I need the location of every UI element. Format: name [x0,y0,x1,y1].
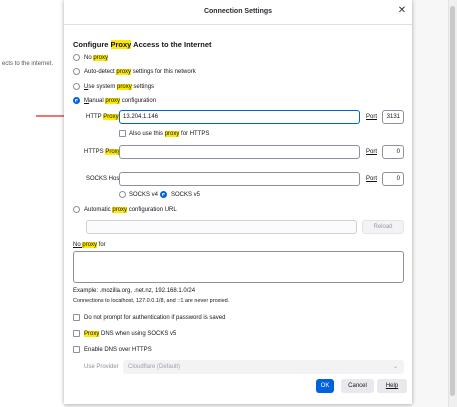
system-proxy-radio[interactable] [73,83,80,90]
also-https-label[interactable]: Also use this proxy for HTTPS [129,131,209,137]
no-proxy-for-label-post: for [97,242,106,248]
chevron-down-icon: ⌄ [392,364,398,370]
proxy-dns-checkbox[interactable] [73,330,80,337]
auto-config-label-highlight: proxy [112,207,128,213]
background-page-text: ects to the internet. [2,61,54,67]
provider-select-value: Cloudflare (Default) [128,364,181,370]
provider-select[interactable]: Cloudflare (Default) ⌄ [123,360,404,374]
enable-doh-label[interactable]: Enable DNS over HTTPS [84,347,152,353]
manual-proxy-label[interactable]: Manual proxy configuration [84,98,156,104]
socks-port-input[interactable]: 0 [382,172,404,186]
no-proxy-for-label: No proxy for [73,242,106,248]
dialog-titlebar: Connection Settings ✕ [64,0,412,25]
example-text: Example: .mozilla.org, .net.nz, 192.168.… [73,288,196,294]
no-proxy-radio[interactable] [73,54,80,61]
manual-proxy-radio[interactable] [73,97,80,104]
proxy-dns-label[interactable]: Proxy DNS when using SOCKS v5 [84,331,176,337]
dialog-title: Connection Settings [203,8,273,15]
use-provider-label: Use Provider [84,364,119,370]
system-proxy-label-pre: se system [88,84,118,90]
http-proxy-input[interactable]: 13.204.1.146 [119,110,360,124]
auto-detect-label-highlight: proxy [116,69,132,75]
no-proxy-label[interactable]: No proxy [84,55,109,61]
no-proxy-label-pre: No [84,55,94,61]
also-https-label-pre: Also use this [129,131,165,137]
heading-text-highlight: Proxy [110,40,132,49]
manual-proxy-label-pre: anual [89,98,106,104]
socks-host-label: SOCKS Host [86,176,122,182]
enable-doh-checkbox[interactable] [73,346,80,353]
system-proxy-label-highlight: proxy [117,84,132,90]
manual-proxy-label-post: configuration [120,98,157,104]
no-proxy-for-textarea[interactable] [73,251,404,283]
socks-v5-radio[interactable] [160,191,167,198]
reload-button[interactable]: Reload [362,220,404,234]
close-icon[interactable]: ✕ [396,5,408,17]
connection-settings-dialog: Connection Settings ✕ Configure Proxy Ac… [64,0,412,404]
http-port-input[interactable]: 3131 [382,110,404,124]
https-proxy-input[interactable] [119,145,360,159]
auto-detect-label[interactable]: Auto-detect proxy settings for this netw… [84,69,196,75]
auto-config-label[interactable]: Automatic proxy configuration URL [84,207,177,213]
auto-config-label-pre: Automatic [84,207,113,213]
heading-text-post: Access to the Internet [131,40,212,49]
proxy-dns-label-post: DNS when using SOCKS v5 [99,331,177,337]
auto-detect-label-pre: Auto-detect [84,69,117,75]
https-proxy-label-pre: HTTPS [84,149,106,155]
https-port-label: Port [366,149,378,155]
socks-host-input[interactable] [119,172,360,186]
http-proxy-label-pre: HTTP [86,114,104,120]
auto-detect-radio[interactable] [73,68,80,75]
http-port-label: Port [366,114,378,120]
also-https-checkbox[interactable] [119,130,126,137]
system-proxy-label-post: settings [131,84,155,90]
socks-v4-radio[interactable] [119,191,126,198]
never-proxied-text: Connections to localhost, 127.0.0.1/8, a… [73,298,230,304]
http-proxy-label-highlight: Proxy [103,114,119,120]
http-proxy-label: HTTP Proxy [86,114,119,120]
auto-config-radio[interactable] [73,206,80,213]
help-button[interactable]: Help [377,379,407,393]
auto-config-label-post: configuration URL [127,207,177,213]
no-proxy-for-label-highlight: proxy [82,242,98,248]
ok-button[interactable]: OK [316,379,334,393]
also-https-label-highlight: proxy [164,131,180,137]
no-prompt-auth-checkbox[interactable] [73,314,80,321]
section-heading: Configure Proxy Access to the Internet [73,40,212,49]
auto-config-url-input[interactable] [86,220,357,234]
heading-text-pre: Configure [73,40,111,49]
no-proxy-for-label-pre: No [73,242,83,248]
socks-v5-label[interactable]: SOCKS v5 [171,192,200,198]
no-proxy-label-highlight: proxy [93,55,109,61]
system-proxy-label[interactable]: Use system proxy settings [84,84,154,90]
no-prompt-auth-label[interactable]: Do not prompt for authentication if pass… [84,315,225,321]
cancel-button[interactable]: Cancel [341,379,374,393]
https-proxy-label: HTTPS Proxy [84,149,121,155]
socks-v4-label[interactable]: SOCKS v4 [129,192,158,198]
also-https-label-post: for HTTPS [179,131,210,137]
https-port-input[interactable]: 0 [382,145,404,159]
socks-port-label: Port [366,176,378,182]
auto-detect-label-post: settings for this network [131,69,196,75]
proxy-dns-label-highlight: Proxy [84,331,100,337]
page-scroll-thumb[interactable] [450,6,455,396]
manual-proxy-label-highlight: proxy [105,98,121,104]
